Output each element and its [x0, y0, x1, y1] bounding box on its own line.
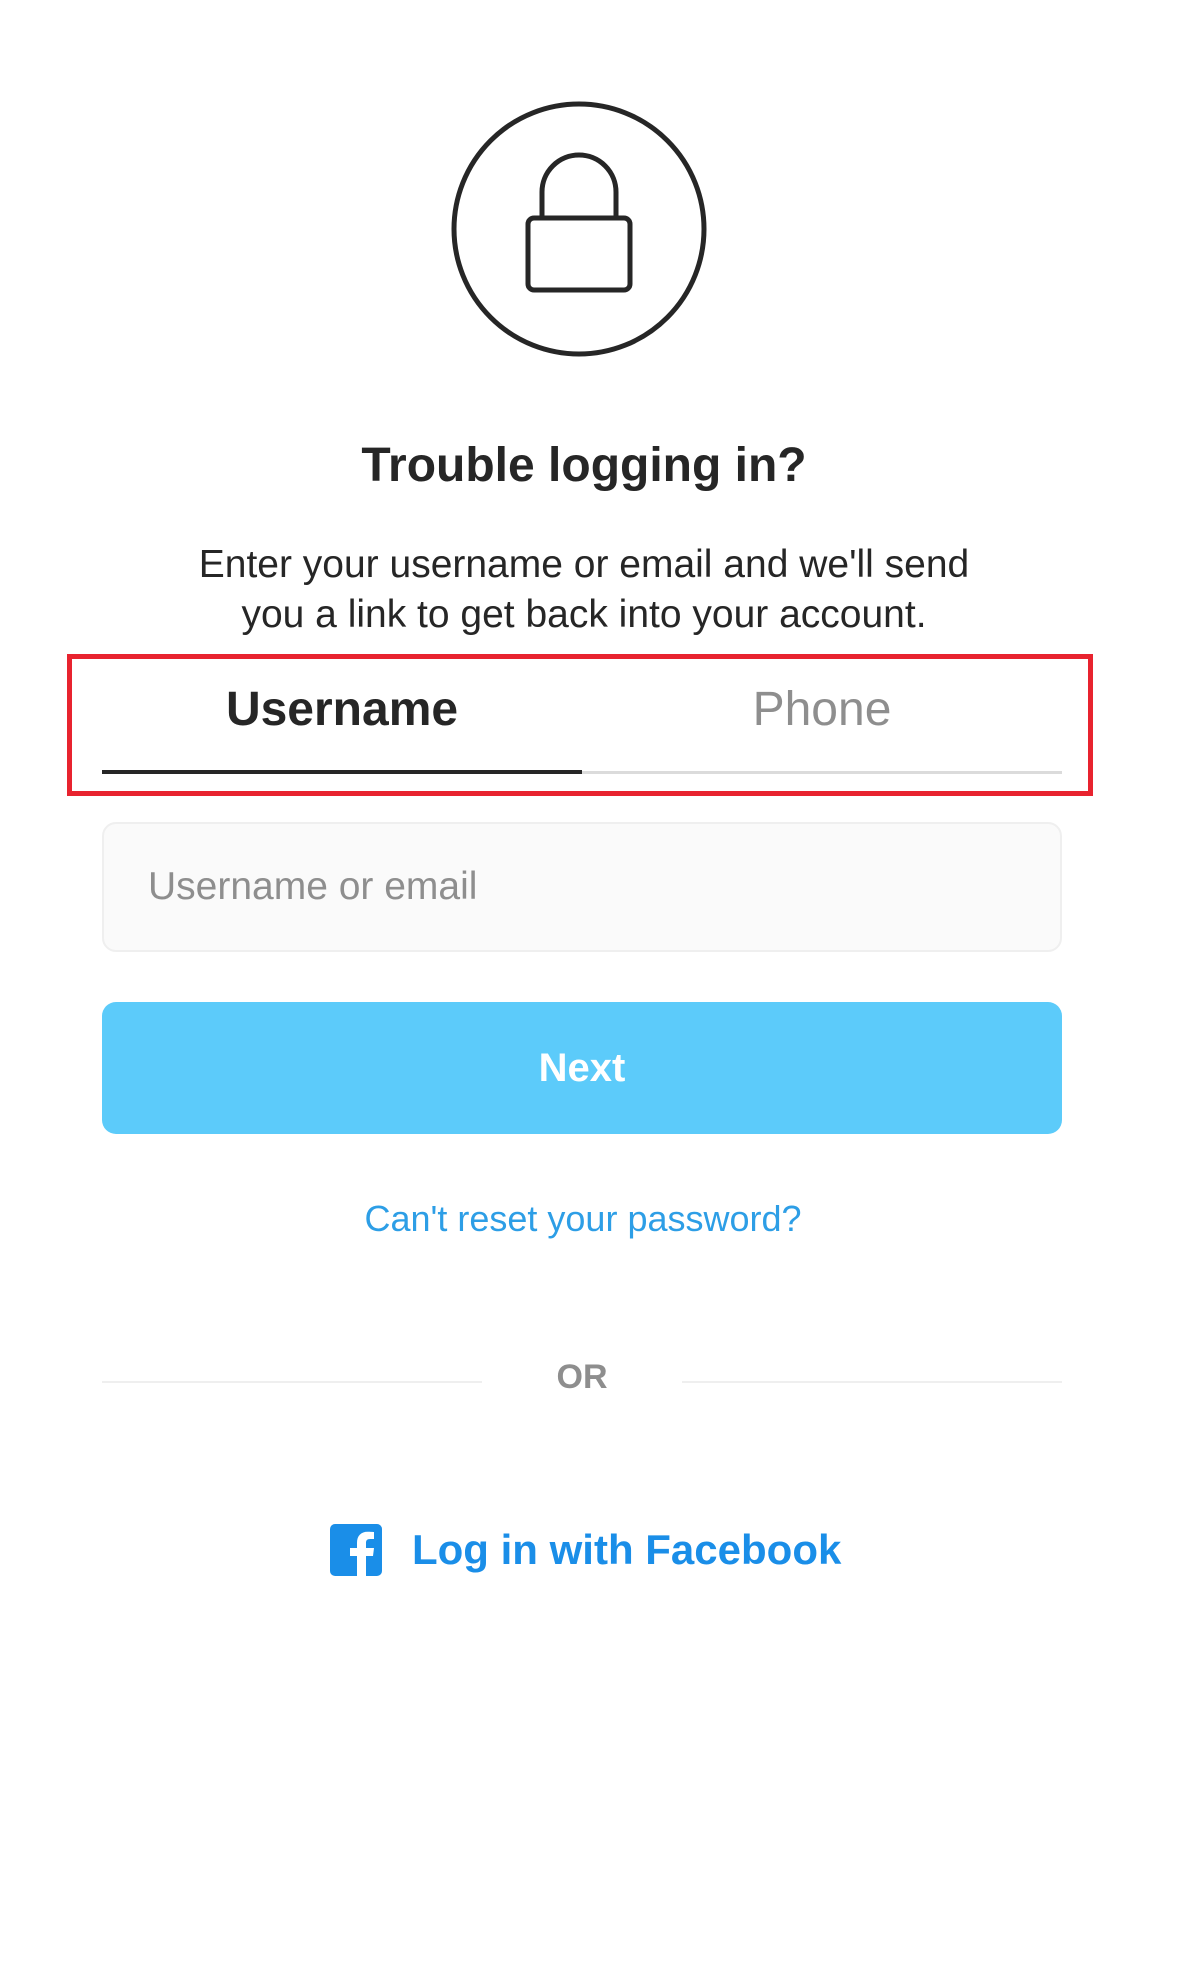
tab-username[interactable]: Username: [102, 670, 582, 774]
divider-left-line: [102, 1381, 482, 1383]
recovery-method-tabs: Username Phone: [102, 670, 1062, 774]
next-button[interactable]: Next: [102, 1002, 1062, 1134]
instructions-text: Enter your username or email and we'll s…: [0, 540, 1168, 640]
username-email-input[interactable]: [102, 822, 1062, 952]
page-title: Trouble logging in?: [361, 439, 807, 492]
instructions-line-2: you a link to get back into your account…: [241, 593, 927, 636]
instructions-line-1: Enter your username or email and we'll s…: [198, 543, 970, 586]
tab-username-label: Username: [225, 683, 459, 736]
divider-right-line: [682, 1381, 1062, 1383]
or-divider-label: OR: [556, 1358, 608, 1396]
facebook-login-label: Log in with Facebook: [412, 1526, 842, 1573]
lock-icon: [451, 101, 707, 357]
tab-phone-underline: [582, 771, 1062, 774]
tab-phone[interactable]: Phone: [582, 670, 1062, 774]
cant-reset-password-link[interactable]: Can't reset your password?: [0, 1198, 1166, 1240]
tab-phone-label: Phone: [752, 683, 892, 736]
facebook-login-button[interactable]: Log in with Facebook: [330, 1518, 841, 1582]
tab-username-underline: [102, 770, 582, 774]
facebook-icon: [330, 1524, 382, 1576]
